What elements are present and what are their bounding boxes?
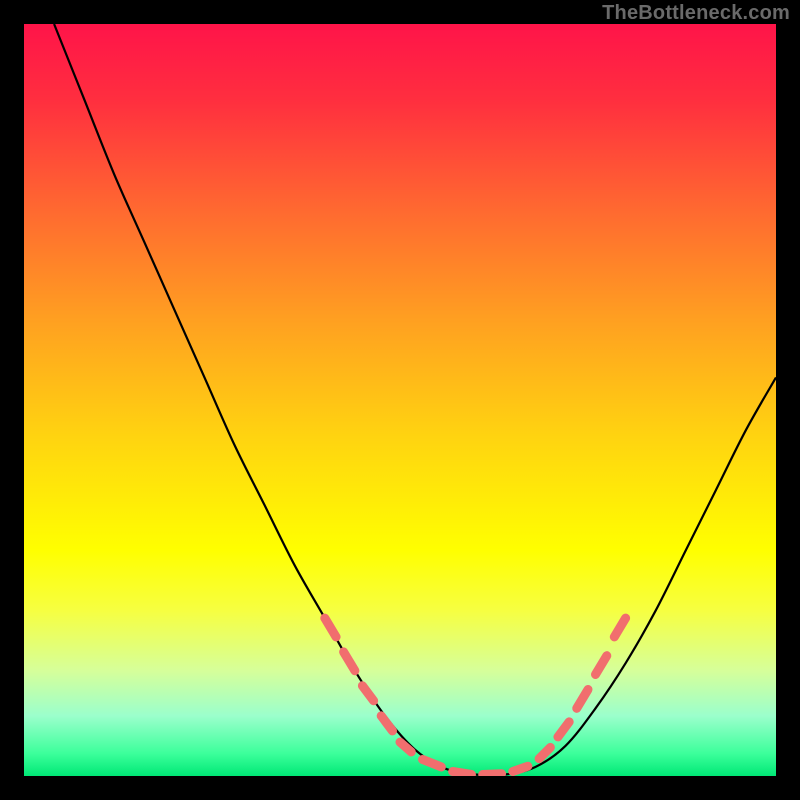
highlight-dash (483, 774, 502, 775)
watermark-label: TheBottleneck.com (602, 2, 790, 25)
highlight-dash (453, 771, 472, 774)
highlight-dash (513, 766, 528, 771)
bottleneck-chart (24, 24, 776, 776)
gradient-background (24, 24, 776, 776)
